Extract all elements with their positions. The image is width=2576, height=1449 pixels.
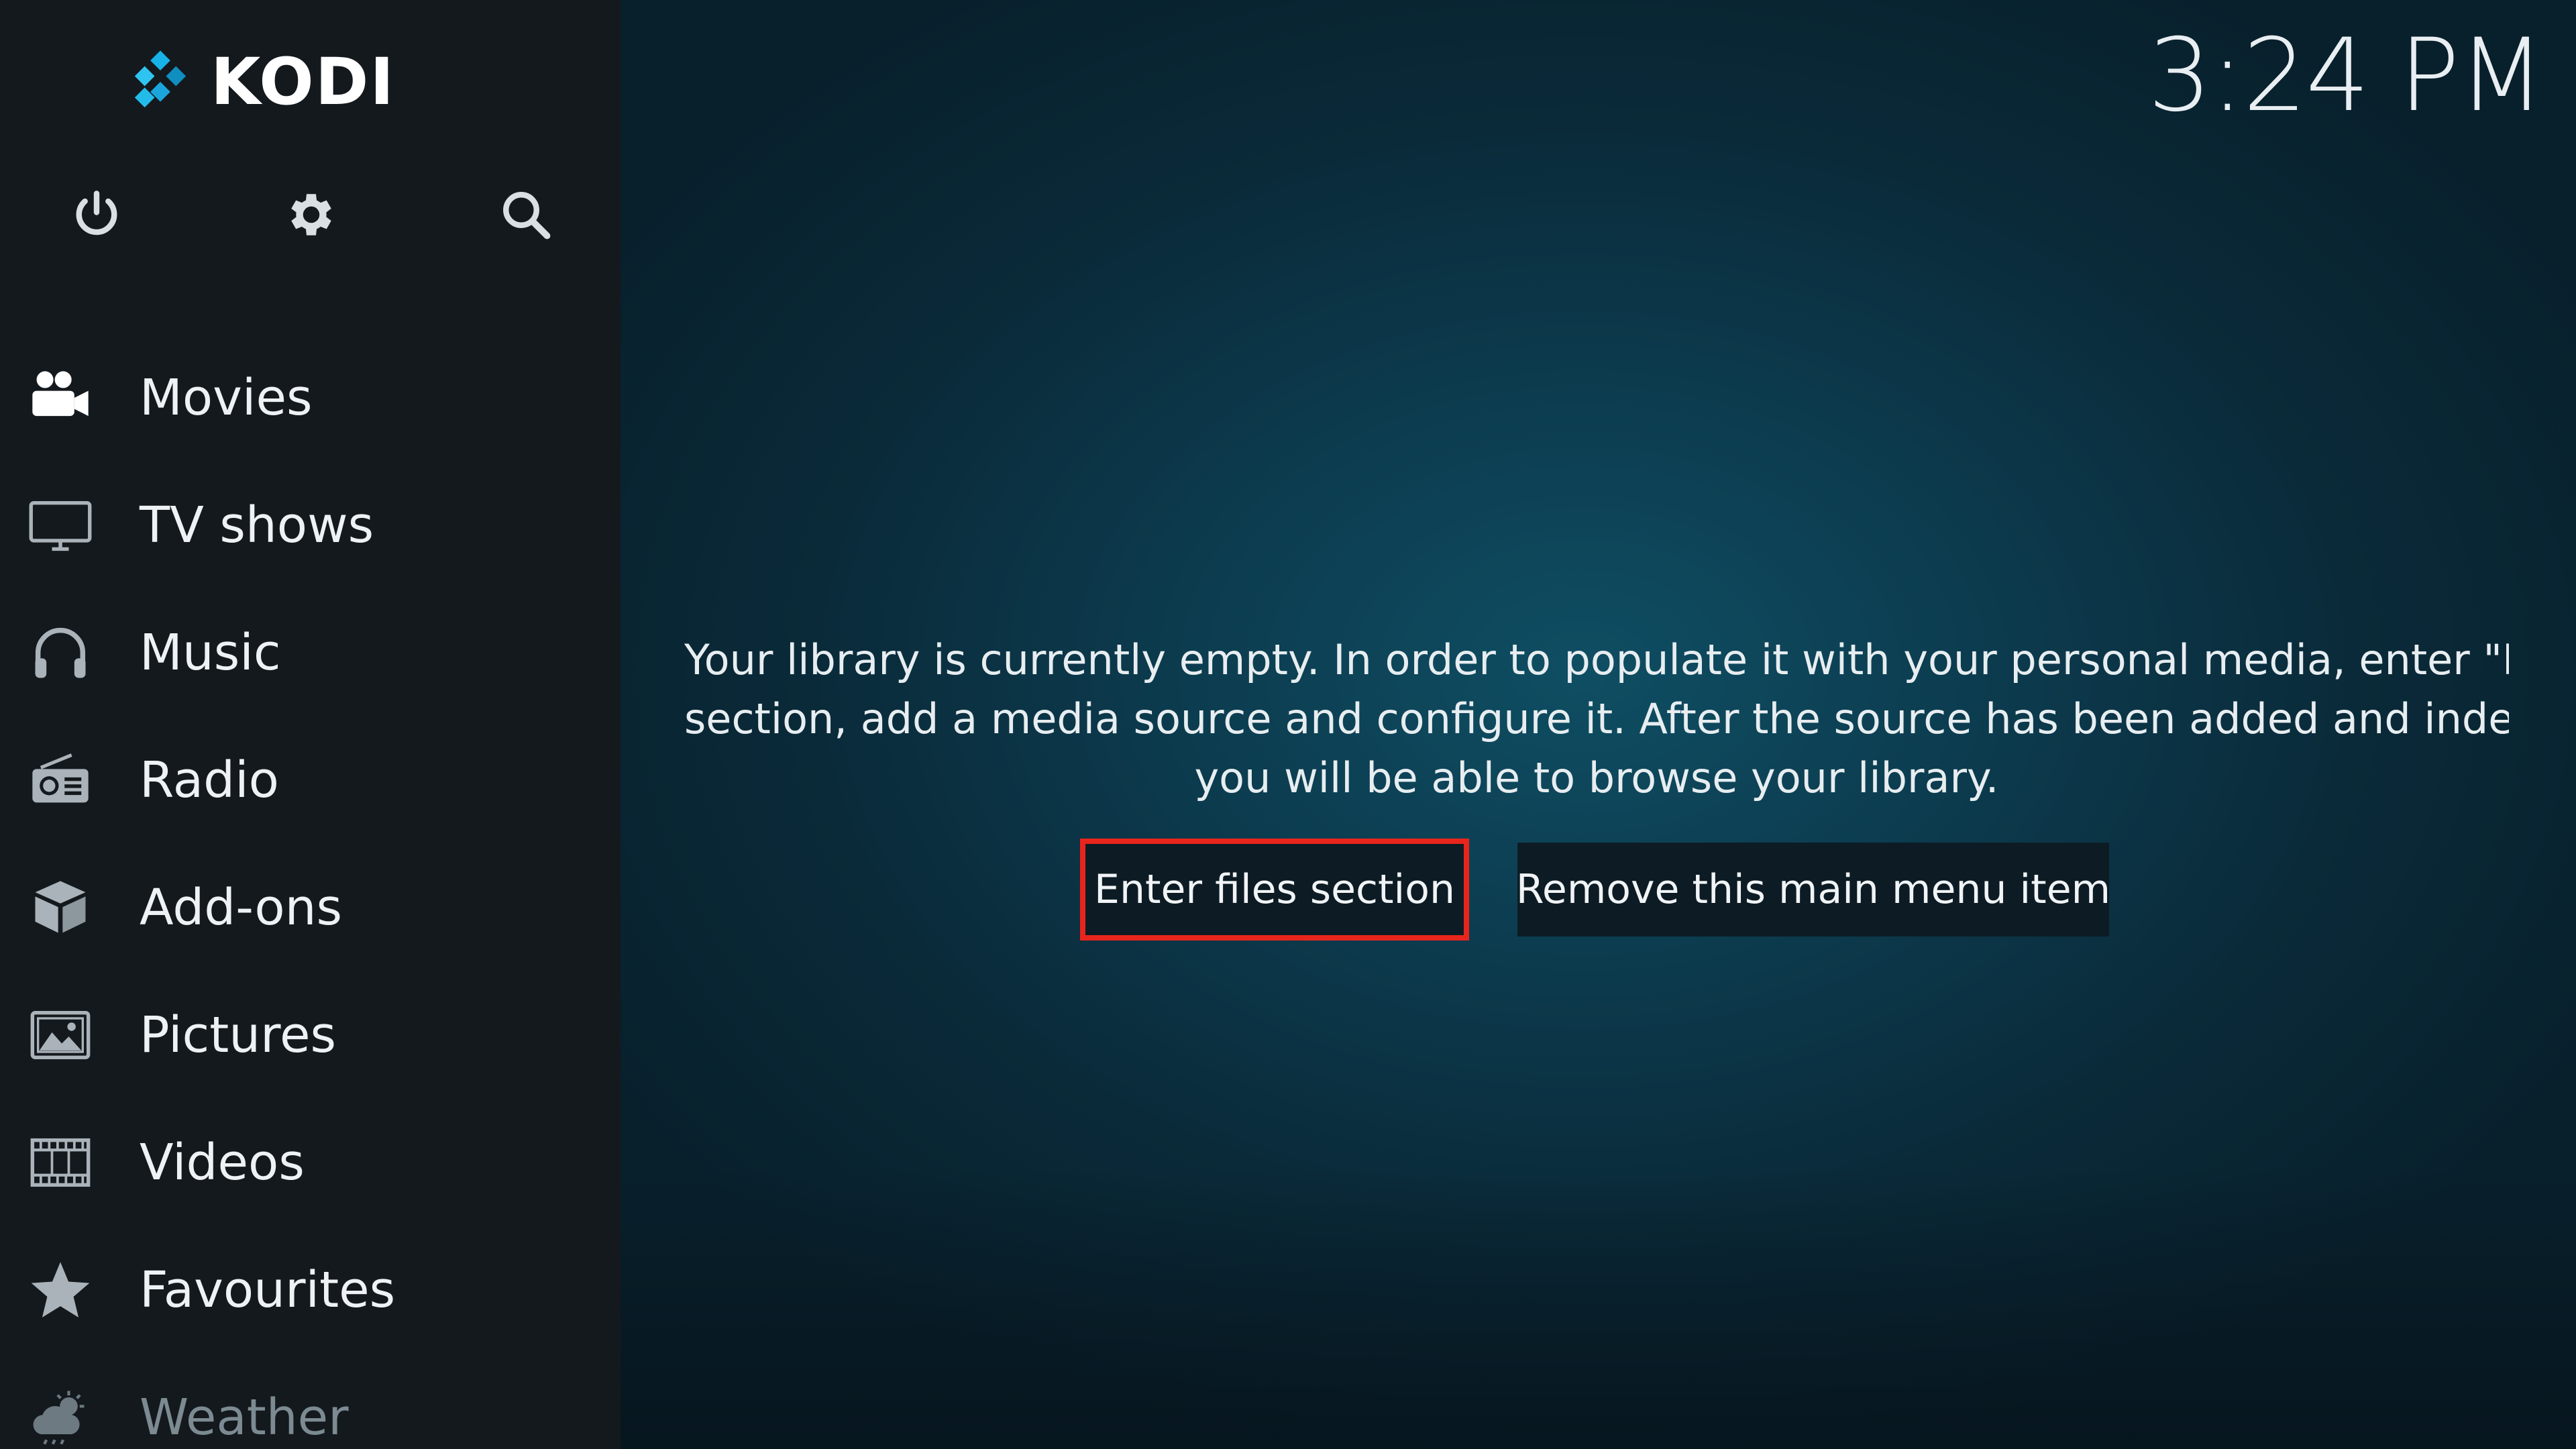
menu-item-label: Add-ons xyxy=(140,879,343,936)
empty-library-message: Your library is currently empty. In orde… xyxy=(684,631,2509,808)
menu-item-movies[interactable]: Movies xyxy=(0,334,621,462)
settings-button[interactable] xyxy=(278,181,345,248)
menu-item-pictures[interactable]: Pictures xyxy=(0,971,621,1099)
menu-item-weather[interactable]: Weather xyxy=(0,1354,621,1449)
search-button[interactable] xyxy=(492,181,559,248)
action-buttons: Enter files section Remove this main men… xyxy=(1080,839,2110,941)
menu-item-label: Pictures xyxy=(140,1006,337,1064)
menu-item-label: Music xyxy=(140,624,281,682)
power-button[interactable] xyxy=(63,181,130,248)
kodi-logo: KODI xyxy=(125,44,395,119)
movie-camera-icon xyxy=(27,364,94,431)
clock: 3:24 PM xyxy=(2147,17,2545,134)
weather-cloud-icon xyxy=(27,1384,94,1449)
star-icon xyxy=(27,1256,94,1324)
menu-item-label: Videos xyxy=(140,1134,305,1191)
remove-main-menu-item-button[interactable]: Remove this main menu item xyxy=(1516,843,2110,936)
radio-icon xyxy=(27,747,94,814)
menu-item-label: Radio xyxy=(140,751,279,809)
menu-item-label: Weather xyxy=(140,1389,349,1446)
menu-item-radio[interactable]: Radio xyxy=(0,716,621,844)
menu-item-add-ons[interactable]: Add-ons xyxy=(0,844,621,971)
message-line: section, add a media source and configur… xyxy=(684,694,2509,743)
film-strip-icon xyxy=(27,1129,94,1196)
headphones-icon xyxy=(27,619,94,686)
sidebar: KODI Movies TV shows Music Radio Add-ons… xyxy=(0,0,621,1449)
bottom-shade xyxy=(621,1167,2576,1449)
tv-icon xyxy=(27,492,94,559)
message-line: Your library is currently empty. In orde… xyxy=(684,635,2509,684)
power-icon xyxy=(76,191,117,235)
top-icon-bar xyxy=(0,181,621,248)
menu-item-videos[interactable]: Videos xyxy=(0,1099,621,1226)
kodi-logo-icon xyxy=(134,50,186,108)
menu-item-label: Favourites xyxy=(140,1261,396,1319)
kodi-home-screen: KODI Movies TV shows Music Radio Add-ons… xyxy=(0,0,2576,1449)
gear-icon xyxy=(291,194,331,235)
message-line: you will be able to browse your library. xyxy=(1194,753,1999,802)
menu-item-label: Movies xyxy=(140,369,313,427)
menu-item-label: TV shows xyxy=(140,496,374,554)
enter-files-section-button[interactable]: Enter files section xyxy=(1080,839,1469,941)
search-icon xyxy=(503,192,551,239)
picture-icon xyxy=(27,1002,94,1069)
kodi-logo-text: KODI xyxy=(211,44,396,119)
menu-item-tv-shows[interactable]: TV shows xyxy=(0,462,621,589)
addons-box-icon xyxy=(27,874,94,941)
menu-item-music[interactable]: Music xyxy=(0,589,621,716)
menu-item-favourites[interactable]: Favourites xyxy=(0,1226,621,1354)
main-menu: Movies TV shows Music Radio Add-ons Pict… xyxy=(0,334,621,1449)
